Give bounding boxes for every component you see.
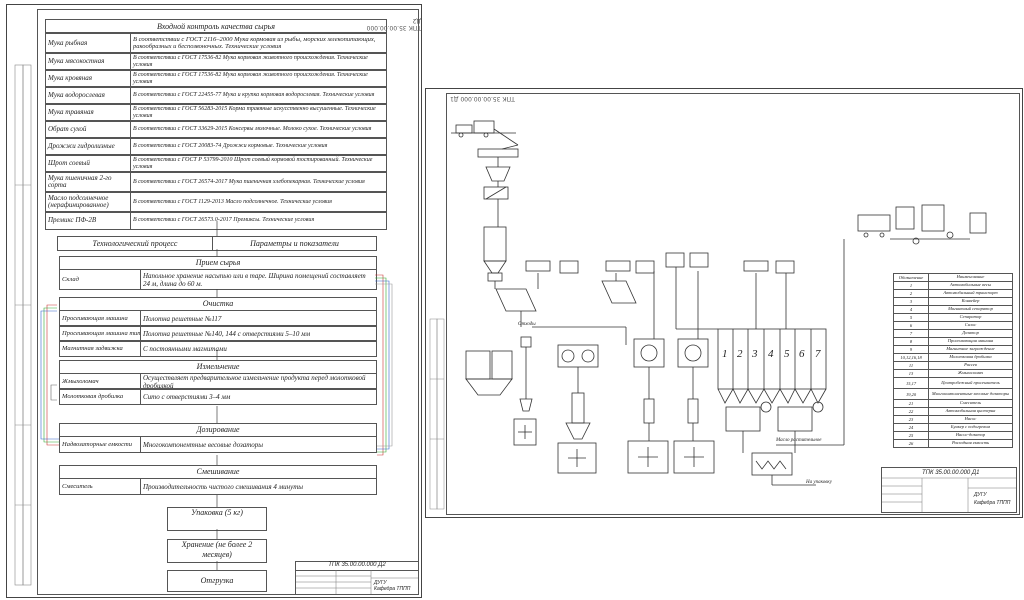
legend-id: 8 — [909, 339, 913, 344]
legend-name: Просеивающая машина — [928, 338, 1012, 345]
left-title-block: ТПК 35.00.00.000 Д2 ДУГУ Кафедра ТППП — [295, 561, 419, 595]
legend-name: Центробежный просеиватель — [928, 378, 1012, 388]
legend-name: Дозатор — [928, 330, 1012, 337]
bin-number: 3 — [751, 348, 758, 360]
right-drawing-sheet: ТПК 35.00.00.000 Д1 1 2 3 4 5 6 7 Отходы… — [425, 88, 1023, 518]
bin-number: 1 — [722, 348, 728, 360]
legend-id: 3 — [909, 299, 913, 304]
legend-name: Рассев — [928, 362, 1012, 369]
legend-name: Магнитный сепаратор — [928, 306, 1012, 313]
legend-name: Бункер с подогревом — [928, 424, 1012, 431]
mid-equipment — [557, 344, 599, 474]
legend-id: 5 — [909, 315, 913, 320]
right-binding-strip — [429, 318, 445, 510]
legend-id: 24 — [908, 425, 914, 430]
right-title-block: ТПК 35.00.00.000 Д1 ДУГУ Кафедра ТППП — [881, 467, 1017, 513]
oil-label: Масло растительное — [775, 438, 822, 443]
bin-number: 4 — [768, 348, 774, 360]
right-title-grid — [882, 477, 1016, 512]
truck-scale-equipment — [451, 120, 519, 200]
legend-id: 19,20 — [905, 391, 917, 397]
legend-name: Наименование — [928, 274, 1012, 281]
bin-number: 2 — [737, 348, 743, 360]
right-mid-equipment — [627, 338, 715, 474]
legend-id: 7 — [909, 331, 913, 336]
legend-id: Обозначение — [898, 275, 924, 280]
legend-name: Насос-дозатор — [928, 432, 1012, 439]
legend-id: 11 — [908, 363, 914, 368]
left-drawing-sheet: ТПК 35.00.00.000 Д2 Входной контроль кач… — [6, 4, 422, 598]
dosing-scales — [725, 401, 824, 432]
legend-name: Жмыхоломач — [928, 370, 1012, 377]
legend-name: Насос — [928, 416, 1012, 423]
sifters — [495, 280, 637, 327]
to-packing-label: На упаковку — [805, 480, 833, 485]
legend-id: 25 — [908, 433, 914, 438]
legend-name: Расходная емкость — [928, 440, 1012, 447]
legend-id: 1 — [909, 283, 913, 288]
legend-name: Многокомпонентные весовые дозаторы — [928, 389, 1012, 399]
legend-row: 26 Расходная емкость — [893, 439, 1013, 448]
bin-number: 7 — [815, 348, 821, 360]
legend-name: Смеситель — [928, 400, 1012, 407]
legend-name: Молотковая дробилка — [928, 354, 1012, 361]
legend-id: 15,17 — [905, 380, 917, 386]
bin-number: 6 — [799, 348, 805, 360]
legend-id: 21 — [908, 401, 914, 406]
equipment-legend: Обозначение Наименование 1 Автомобильные ве… — [893, 273, 1013, 448]
legend-name: Автомобильный транспорт — [928, 290, 1012, 297]
upper-conveyors — [525, 252, 795, 274]
flow-lines — [532, 267, 796, 453]
legend-id: 22 — [908, 409, 914, 414]
legend-name: Силос — [928, 322, 1012, 329]
legend-id: 10,12,16,18 — [900, 355, 922, 360]
legend-id: 26 — [908, 441, 914, 446]
legend-id: 9 — [909, 347, 913, 352]
legend-id: 23 — [908, 417, 914, 422]
bin-labels: 1234567 — [722, 348, 821, 360]
legend-id: 2 — [909, 291, 913, 296]
dosing-bins — [717, 328, 827, 404]
legend-name: Автомобильные весы — [928, 282, 1012, 289]
left-title-grid — [296, 570, 418, 594]
legend-id: 13 — [908, 371, 914, 376]
left-equipment — [465, 336, 537, 446]
legend-name: Сепаратор — [928, 314, 1012, 321]
legend-id: 4 — [909, 307, 913, 312]
legend-name: Конвейер — [928, 298, 1012, 305]
legend-name: Магнитное заграждение — [928, 346, 1012, 353]
bin-number: 5 — [784, 348, 790, 360]
silo-6 — [483, 199, 507, 289]
waste-label: Отходы — [518, 322, 536, 327]
legend-name: Автомобильная цистерна — [928, 408, 1012, 415]
left-connectors — [40, 221, 393, 570]
legend-id: 6 — [909, 323, 913, 328]
